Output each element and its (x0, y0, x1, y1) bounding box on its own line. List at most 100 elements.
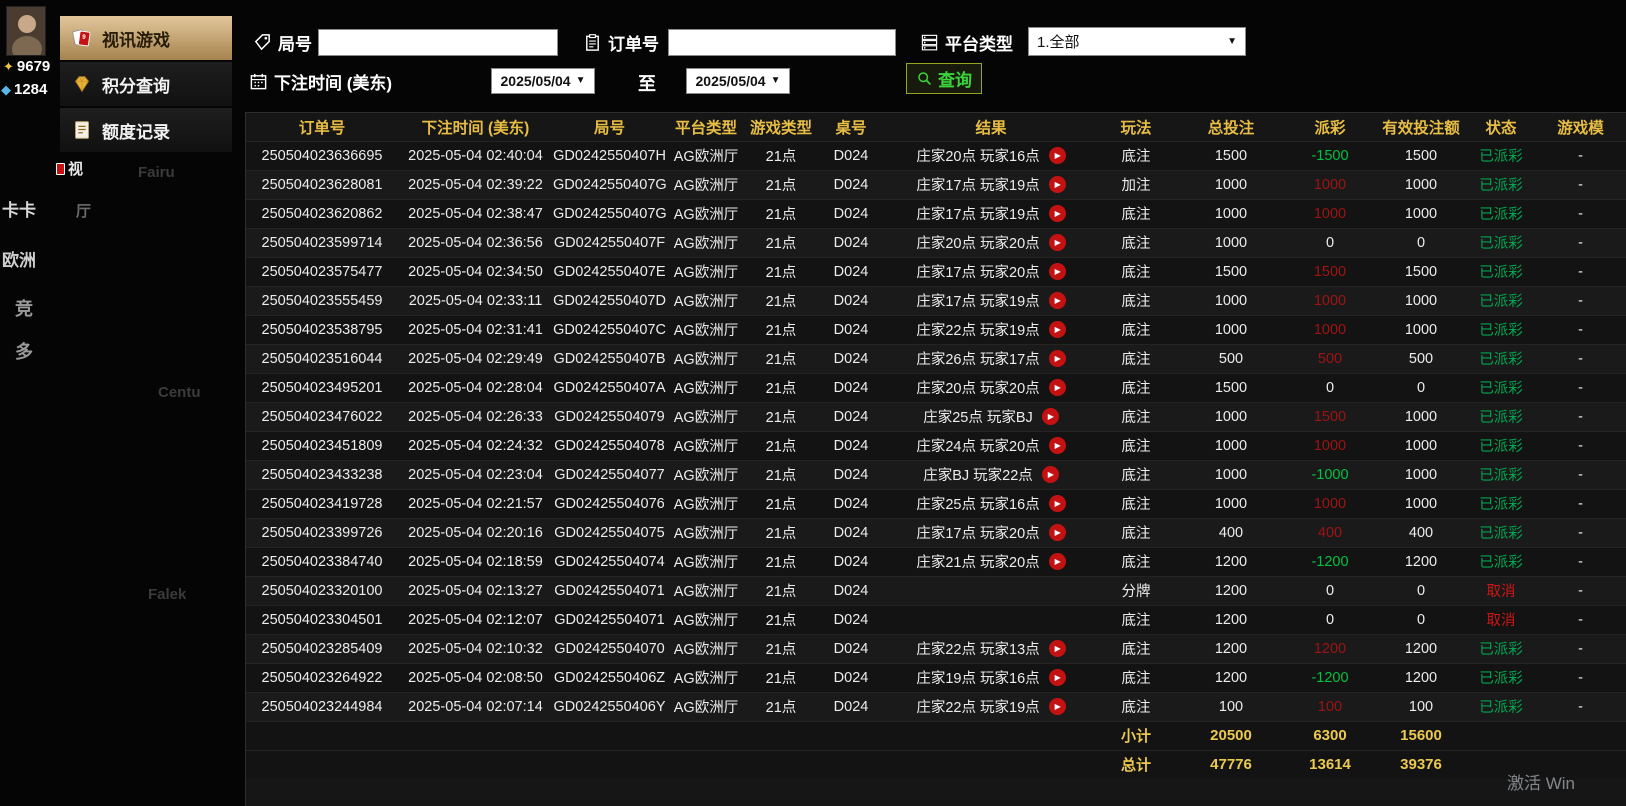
result-cell: 庄家22点 玩家19点 ▶ (886, 691, 1096, 721)
order-cell: 250504023419728 (246, 488, 398, 518)
platform-cell: AG欧洲厅 (666, 488, 746, 518)
sidebar-item-quota-records[interactable]: 额度记录 (60, 108, 232, 152)
table-cell: D024 (816, 169, 886, 199)
bet-cell: 1000 (1176, 430, 1286, 460)
round-cell: GD0242550407B (553, 343, 666, 373)
replay-icon[interactable]: ▶ (1048, 147, 1066, 164)
background-fragment: 竞 (15, 299, 33, 319)
round-cell: GD0242550407A (553, 372, 666, 402)
replay-icon[interactable]: ▶ (1048, 205, 1066, 222)
summary-cell (1468, 720, 1534, 750)
order-cell: 250504023555459 (246, 285, 398, 315)
replay-icon[interactable]: ▶ (1048, 292, 1066, 309)
mode-cell: - (1534, 691, 1626, 721)
result-cell: 庄家17点 玩家19点 ▶ (886, 198, 1096, 228)
replay-icon[interactable]: ▶ (1048, 495, 1066, 512)
bet-cell: 1200 (1176, 604, 1286, 634)
order-cell: 250504023538795 (246, 314, 398, 344)
replay-icon[interactable]: ▶ (1048, 350, 1066, 367)
platform-cell: AG欧洲厅 (666, 430, 746, 460)
payout-cell: 0 (1286, 604, 1374, 634)
table-cell: D024 (816, 285, 886, 315)
replay-icon[interactable]: ▶ (1048, 321, 1066, 338)
result-cell: 庄家20点 玩家16点 ▶ (886, 140, 1096, 170)
game-cell: 21点 (746, 459, 816, 489)
order-cell: 250504023620862 (246, 198, 398, 228)
status-cell: 已派彩 (1468, 401, 1534, 431)
blue-balance: ◆ 1284 (1, 81, 47, 98)
column-header: 状态 (1485, 119, 1517, 137)
round-cell: GD0242550406Y (553, 691, 666, 721)
order-input[interactable] (668, 29, 896, 56)
round-input[interactable] (318, 29, 558, 56)
payout-cell: 1000 (1286, 285, 1374, 315)
order-cell: 250504023285409 (246, 633, 398, 663)
time-cell: 2025-05-04 02:18:59 (398, 546, 553, 576)
replay-icon[interactable]: ▶ (1048, 553, 1066, 570)
chevron-down-icon: ▼ (1227, 35, 1237, 47)
background-fragment-faint: Fairu (138, 164, 175, 181)
column-header: 有效投注额 (1382, 119, 1460, 137)
search-button[interactable]: 查询 (906, 63, 982, 94)
replay-icon[interactable]: ▶ (1041, 408, 1059, 425)
bet-cell: 1500 (1176, 140, 1286, 170)
background-fragment: 欧洲 (2, 251, 36, 270)
replay-icon[interactable]: ▶ (1048, 437, 1066, 454)
date-to-picker[interactable]: 2025/05/04 ▼ (686, 68, 790, 94)
round-cell: GD0242550407D (553, 285, 666, 315)
order-filter-label: 订单号 (608, 35, 659, 54)
game-cell: 21点 (746, 691, 816, 721)
replay-icon[interactable]: ▶ (1048, 698, 1066, 715)
platform-cell: AG欧洲厅 (666, 314, 746, 344)
status-cell: 已派彩 (1468, 430, 1534, 460)
order-cell: 250504023244984 (246, 691, 398, 721)
mode-cell: - (1534, 517, 1626, 547)
replay-icon[interactable]: ▶ (1048, 524, 1066, 541)
table-cell: D024 (816, 691, 886, 721)
order-cell: 250504023433238 (246, 459, 398, 489)
play-type-cell: 加注 (1096, 169, 1176, 199)
replay-icon[interactable]: ▶ (1048, 234, 1066, 251)
table-row: 250504023599714 2025-05-04 02:36:56 GD0242… (246, 227, 1626, 257)
sidebar-item-video-games[interactable]: 9 视讯游戏 (60, 16, 232, 60)
search-icon (918, 72, 932, 86)
replay-icon[interactable]: ▶ (1041, 466, 1059, 483)
platform-select[interactable]: 1.全部 ▼ (1028, 27, 1246, 56)
play-type-cell: 底注 (1096, 517, 1176, 547)
result-cell: 庄家17点 玩家19点 ▶ (886, 169, 1096, 199)
date-from-picker[interactable]: 2025/05/04 ▼ (491, 68, 595, 94)
blue-balance-value: 1284 (14, 81, 48, 98)
platform-cell: AG欧洲厅 (666, 517, 746, 547)
replay-icon[interactable]: ▶ (1048, 640, 1066, 657)
result-cell: 庄家BJ 玩家22点 ▶ (886, 459, 1096, 489)
replay-icon[interactable]: ▶ (1048, 263, 1066, 280)
replay-icon[interactable]: ▶ (1048, 669, 1066, 686)
platform-cell: AG欧洲厅 (666, 343, 746, 373)
chevron-down-icon: ▼ (575, 75, 586, 86)
game-cell: 21点 (746, 343, 816, 373)
avatar[interactable] (6, 6, 46, 56)
platform-cell: AG欧洲厅 (666, 691, 746, 721)
result-cell: 庄家24点 玩家20点 ▶ (886, 430, 1096, 460)
status-cell: 已派彩 (1468, 691, 1534, 721)
replay-icon[interactable]: ▶ (1048, 176, 1066, 193)
search-button-label: 查询 (938, 71, 972, 90)
bet-cell: 1200 (1176, 575, 1286, 605)
result-cell: 庄家25点 玩家16点 ▶ (886, 488, 1096, 518)
table-cell: D024 (816, 459, 886, 489)
summary-cell: 13614 (1286, 749, 1374, 779)
round-cell: GD02425504079 (553, 401, 666, 431)
sidebar-item-points-query[interactable]: 积分查询 (60, 62, 232, 106)
mode-cell: - (1534, 459, 1626, 489)
calendar-icon (250, 73, 267, 90)
replay-icon[interactable]: ▶ (1048, 379, 1066, 396)
table-row: 250504023495201 2025-05-04 02:28:04 GD0242… (246, 372, 1626, 402)
platform-cell: AG欧洲厅 (666, 169, 746, 199)
bet-cell: 1000 (1176, 198, 1286, 228)
mode-cell: - (1534, 140, 1626, 170)
summary-cell (398, 749, 553, 779)
status-cell: 已派彩 (1468, 517, 1534, 547)
result-text: 庄家22点 玩家13点 (916, 642, 1040, 658)
order-cell: 250504023575477 (246, 256, 398, 286)
column-header: 局号 (593, 119, 625, 137)
